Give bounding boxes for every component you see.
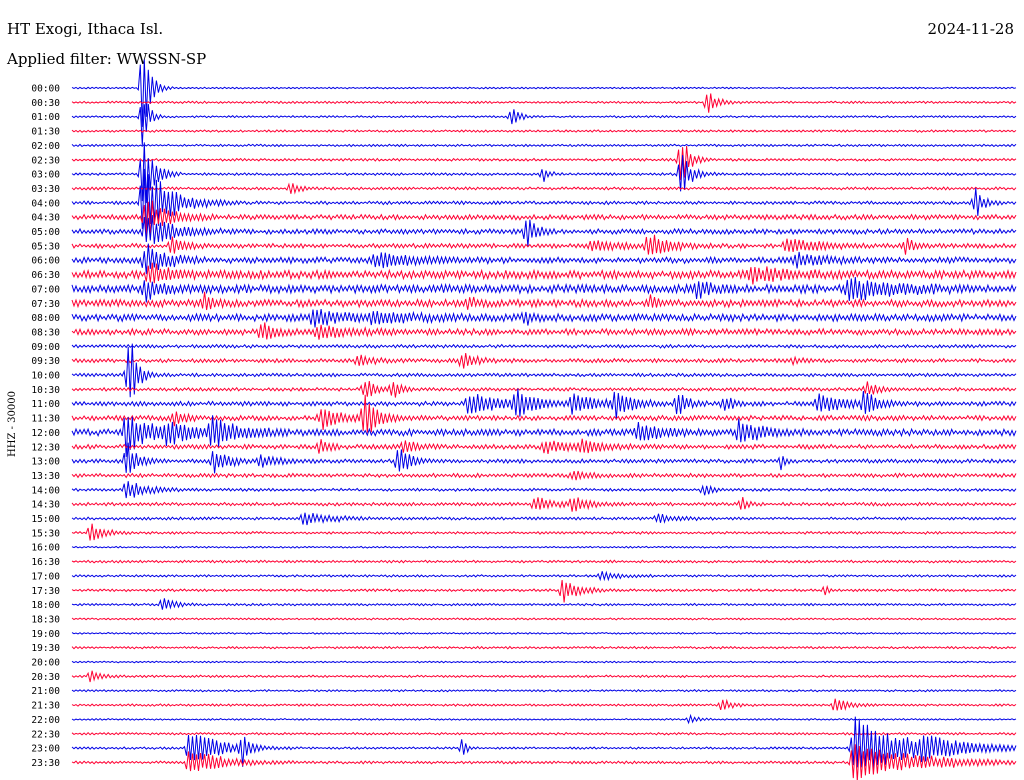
time-label: 20:00 [31, 658, 60, 669]
trace-row [71, 388, 1017, 420]
trace-row [71, 234, 1017, 255]
trace-row [71, 381, 1017, 398]
trace-row [71, 660, 1017, 664]
time-label: 23:30 [31, 758, 60, 769]
trace-row [71, 512, 1017, 526]
time-label: 12:00 [31, 428, 60, 439]
trace-row [71, 570, 1017, 582]
trace-row [71, 145, 1017, 181]
time-label: 22:00 [31, 715, 60, 726]
trace-row [71, 617, 1017, 621]
trace-row [71, 143, 1017, 148]
trace-row [71, 698, 1017, 711]
trace-row [71, 129, 1017, 133]
trace-row [71, 545, 1017, 549]
trace-row [71, 497, 1017, 512]
trace-row [71, 481, 1017, 499]
time-label: 23:00 [31, 744, 60, 755]
time-label: 17:00 [31, 571, 60, 582]
time-label: 05:00 [31, 227, 60, 238]
trace-row [71, 182, 1017, 195]
time-label: 21:30 [31, 701, 60, 712]
trace-row [71, 309, 1017, 328]
time-label: 13:00 [31, 457, 60, 468]
time-label: 03:00 [31, 170, 60, 181]
time-label: 15:30 [31, 528, 60, 539]
trace-row [71, 689, 1017, 693]
trace-row [71, 276, 1017, 303]
channel-label: HHZ - 30000 [7, 391, 18, 457]
time-label: 21:00 [31, 686, 60, 697]
trace-row [71, 645, 1017, 650]
time-label: 01:00 [31, 112, 60, 123]
time-label: 09:00 [31, 342, 60, 353]
time-label: 10:00 [31, 371, 60, 382]
time-label: 03:30 [31, 184, 60, 195]
time-label: 11:00 [31, 399, 60, 410]
trace-row [71, 598, 1017, 610]
time-label: 16:00 [31, 543, 60, 554]
time-label: 11:30 [31, 414, 60, 425]
trace-row [71, 142, 1017, 204]
trace-row [71, 291, 1017, 311]
time-label: 05:30 [31, 241, 60, 252]
trace-row [71, 438, 1017, 454]
trace-row [71, 579, 1017, 603]
time-label: 17:30 [31, 586, 60, 597]
time-label: 22:30 [31, 729, 60, 740]
trace-row [71, 523, 1017, 541]
time-tick-labels: 00:00 00:30 01:00 01:30 02:00 02:30 03:00 03:30… [31, 84, 60, 769]
time-label: 02:00 [31, 141, 60, 152]
time-label: 10:30 [31, 385, 60, 396]
helicorder-plot: 00:00 00:30 01:00 01:30 02:00 02:30 03:00 03:30… [7, 59, 1017, 780]
time-label: 08:00 [31, 313, 60, 324]
time-label: 02:30 [31, 155, 60, 166]
trace-group [71, 59, 1017, 780]
time-label: 18:00 [31, 600, 60, 611]
time-label: 13:30 [31, 471, 60, 482]
time-label: 12:30 [31, 442, 60, 453]
trace-row [71, 731, 1017, 736]
trace-row [71, 470, 1017, 481]
trace-row [71, 713, 1017, 725]
trace-row [71, 243, 1017, 275]
time-label: 07:30 [31, 299, 60, 310]
time-label: 14:30 [31, 500, 60, 511]
time-label: 06:00 [31, 256, 60, 267]
trace-row [71, 93, 1017, 113]
time-label: 00:00 [31, 84, 60, 95]
trace-row [71, 103, 1017, 146]
time-label: 15:00 [31, 514, 60, 525]
trace-row [71, 353, 1017, 369]
time-label: 06:30 [31, 270, 60, 281]
time-label: 04:30 [31, 213, 60, 224]
time-label: 00:30 [31, 98, 60, 109]
time-label: 08:30 [31, 327, 60, 338]
time-label: 18:30 [31, 614, 60, 625]
time-label: 19:30 [31, 643, 60, 654]
time-label: 14:00 [31, 485, 60, 496]
time-label: 07:00 [31, 284, 60, 295]
trace-row [71, 322, 1017, 340]
trace-row [71, 559, 1017, 564]
trace-row [71, 262, 1017, 285]
time-label: 04:00 [31, 198, 60, 209]
time-label: 16:30 [31, 557, 60, 568]
trace-row [71, 631, 1017, 635]
trace-row [71, 670, 1017, 683]
time-label: 19:00 [31, 629, 60, 640]
time-label: 01:30 [31, 127, 60, 138]
trace-row [71, 343, 1017, 349]
time-label: 20:30 [31, 672, 60, 683]
time-label: 09:30 [31, 356, 60, 367]
